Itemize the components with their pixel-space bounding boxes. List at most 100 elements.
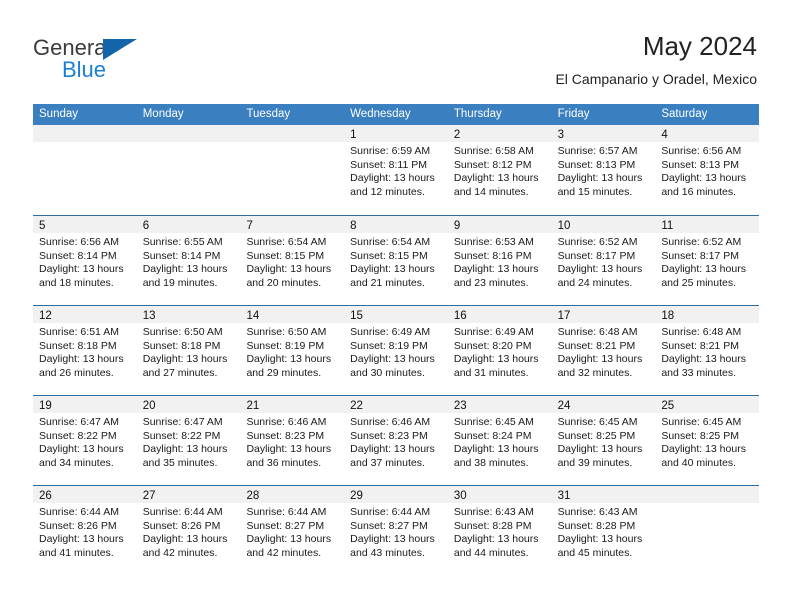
- day-number-band: 15: [344, 306, 448, 323]
- day-number: 22: [350, 400, 363, 412]
- day-number: 24: [557, 400, 571, 412]
- day-daylight-text: Daylight: 13 hours: [453, 443, 539, 455]
- day-daylight-text: and 24 minutes.: [557, 276, 633, 289]
- calendar-day-cell[interactable]: 13 Sunrise: 6:50 AM Sunset: 8:18 PM Dayligh…: [136, 306, 241, 395]
- calendar-day-cell[interactable]: 11 Sunrise: 6:52 AM Sunset: 8:17 PM Dayligh…: [655, 216, 760, 305]
- calendar-day-cell[interactable]: 25 Sunrise: 6:45 AM Sunset: 8:25 PM Dayligh…: [655, 396, 760, 485]
- day-number-band: 16: [447, 306, 552, 323]
- calendar-day-cell[interactable]: 6 Sunrise: 6:55 AM Sunset: 8:14 PM Daylight…: [136, 216, 241, 305]
- day-sunset-text: Sunset: 8:22 PM: [142, 429, 221, 442]
- day-sun-info: Sunrise: 6:50 AM Sunset: 8:19 PM Daylight:…: [240, 323, 344, 380]
- day-sunrise-text: Sunrise: 6:45 AM: [661, 416, 742, 428]
- calendar-day-cell[interactable]: 22 Sunrise: 6:46 AM Sunset: 8:23 PM Dayligh…: [344, 396, 448, 485]
- day-sunrise-text: Sunrise: 6:54 AM: [350, 236, 431, 248]
- day-daylight-text: and 34 minutes.: [39, 456, 114, 469]
- day-daylight-text: Daylight: 13 hours: [350, 263, 435, 275]
- logo-flag-icon: [103, 39, 137, 60]
- day-sunrise-text: Sunrise: 6:47 AM: [39, 416, 119, 428]
- day-daylight-text: and 16 minutes.: [661, 185, 737, 198]
- day-daylight-text: Daylight: 13 hours: [350, 533, 435, 545]
- calendar-day-cell[interactable]: 5 Sunrise: 6:56 AM Sunset: 8:14 PM Daylight…: [33, 216, 137, 305]
- day-number-band: [655, 486, 760, 503]
- day-number-band: 17: [551, 306, 656, 323]
- calendar-day-cell-empty: [33, 125, 137, 215]
- day-sun-info: Sunrise: 6:56 AM Sunset: 8:13 PM Daylight:…: [655, 142, 759, 199]
- day-number-band: 24: [551, 396, 656, 413]
- day-sunset-text: Sunset: 8:18 PM: [39, 339, 117, 352]
- day-daylight-text: Daylight: 13 hours: [661, 353, 746, 365]
- calendar-day-cell[interactable]: 30 Sunrise: 6:43 AM Sunset: 8:28 PM Dayligh…: [447, 486, 552, 575]
- day-number-band: 20: [136, 396, 241, 413]
- calendar-day-cell[interactable]: 24 Sunrise: 6:45 AM Sunset: 8:25 PM Dayligh…: [551, 396, 656, 485]
- calendar-day-cell[interactable]: 4 Sunrise: 6:56 AM Sunset: 8:13 PM Daylight…: [655, 125, 760, 215]
- day-daylight-text: Daylight: 13 hours: [453, 353, 539, 365]
- day-sun-info: Sunrise: 6:56 AM Sunset: 8:14 PM Daylight:…: [33, 233, 137, 290]
- day-daylight-text: Daylight: 13 hours: [246, 443, 332, 455]
- day-daylight-text: and 36 minutes.: [246, 456, 322, 469]
- calendar-day-cell[interactable]: 19 Sunrise: 6:47 AM Sunset: 8:22 PM Dayligh…: [33, 396, 137, 485]
- calendar-day-cell[interactable]: 17 Sunrise: 6:48 AM Sunset: 8:21 PM Dayligh…: [551, 306, 656, 395]
- day-daylight-text: and 45 minutes.: [557, 546, 633, 559]
- day-daylight-text: and 30 minutes.: [350, 366, 425, 379]
- calendar-day-cell[interactable]: 23 Sunrise: 6:45 AM Sunset: 8:24 PM Dayligh…: [447, 396, 552, 485]
- calendar-day-cell[interactable]: 20 Sunrise: 6:47 AM Sunset: 8:22 PM Dayligh…: [136, 396, 241, 485]
- day-sun-info: Sunrise: 6:45 AM Sunset: 8:25 PM Daylight:…: [655, 413, 759, 470]
- calendar-day-cell[interactable]: 3 Sunrise: 6:57 AM Sunset: 8:13 PM Daylight…: [551, 125, 656, 215]
- calendar-day-cell[interactable]: 15 Sunrise: 6:49 AM Sunset: 8:19 PM Dayligh…: [344, 306, 448, 395]
- day-sunrise-text: Sunrise: 6:57 AM: [557, 145, 638, 157]
- calendar-day-cell[interactable]: 31 Sunrise: 6:43 AM Sunset: 8:28 PM Dayligh…: [551, 486, 656, 575]
- calendar-day-cell[interactable]: 18 Sunrise: 6:48 AM Sunset: 8:21 PM Dayligh…: [655, 306, 760, 395]
- calendar-day-cell[interactable]: 14 Sunrise: 6:50 AM Sunset: 8:19 PM Dayligh…: [240, 306, 345, 395]
- day-number: 8: [350, 220, 357, 232]
- day-sunset-text: Sunset: 8:23 PM: [246, 429, 325, 442]
- calendar-day-cell[interactable]: 27 Sunrise: 6:44 AM Sunset: 8:26 PM Dayligh…: [136, 486, 241, 575]
- day-sunrise-text: Sunrise: 6:58 AM: [453, 145, 534, 157]
- day-daylight-text: and 37 minutes.: [350, 456, 425, 469]
- calendar-weeks: 1 Sunrise: 6:59 AM Sunset: 8:11 PM Daylight…: [33, 125, 760, 575]
- calendar-day-cell[interactable]: 1 Sunrise: 6:59 AM Sunset: 8:11 PM Daylight…: [344, 125, 448, 215]
- day-daylight-text: Daylight: 13 hours: [557, 443, 643, 455]
- day-number: 30: [453, 490, 467, 502]
- calendar-day-cell[interactable]: 12 Sunrise: 6:51 AM Sunset: 8:18 PM Dayligh…: [33, 306, 137, 395]
- calendar-day-cell[interactable]: 7 Sunrise: 6:54 AM Sunset: 8:15 PM Daylight…: [240, 216, 345, 305]
- day-sunrise-text: Sunrise: 6:49 AM: [350, 326, 431, 338]
- day-number-band: 9: [447, 216, 552, 233]
- day-sun-info: Sunrise: 6:45 AM Sunset: 8:25 PM Daylight:…: [552, 413, 656, 470]
- day-number: 31: [557, 490, 571, 502]
- calendar-day-cell[interactable]: 9 Sunrise: 6:53 AM Sunset: 8:16 PM Daylight…: [447, 216, 552, 305]
- day-daylight-text: and 32 minutes.: [557, 366, 633, 379]
- day-number-band: 28: [240, 486, 345, 503]
- day-sunrise-text: Sunrise: 6:53 AM: [453, 236, 534, 248]
- day-number: 28: [246, 490, 260, 502]
- day-sun-info: Sunrise: 6:44 AM Sunset: 8:27 PM Daylight:…: [240, 503, 344, 560]
- calendar-week-row: 1 Sunrise: 6:59 AM Sunset: 8:11 PM Daylight…: [33, 125, 760, 215]
- calendar-day-cell[interactable]: 10 Sunrise: 6:52 AM Sunset: 8:17 PM Dayligh…: [551, 216, 656, 305]
- calendar-day-cell[interactable]: 8 Sunrise: 6:54 AM Sunset: 8:15 PM Daylight…: [344, 216, 448, 305]
- page-subtitle: El Campanario y Oradel, Mexico: [555, 71, 757, 87]
- day-daylight-text: Daylight: 13 hours: [142, 533, 228, 545]
- day-number-band: 29: [344, 486, 448, 503]
- day-number-band: 1: [344, 125, 448, 142]
- generalblue-logo[interactable]: General Blue: [33, 36, 263, 88]
- day-sun-info: Sunrise: 6:58 AM Sunset: 8:12 PM Daylight:…: [448, 142, 552, 199]
- day-number-band: 12: [33, 306, 137, 323]
- calendar-day-cell[interactable]: 29 Sunrise: 6:44 AM Sunset: 8:27 PM Dayligh…: [344, 486, 448, 575]
- calendar-day-cell[interactable]: 26 Sunrise: 6:44 AM Sunset: 8:26 PM Dayligh…: [33, 486, 137, 575]
- day-daylight-text: and 27 minutes.: [142, 366, 218, 379]
- calendar-day-cell[interactable]: 2 Sunrise: 6:58 AM Sunset: 8:12 PM Daylight…: [447, 125, 552, 215]
- day-number-band: 22: [344, 396, 448, 413]
- day-daylight-text: Daylight: 13 hours: [39, 263, 124, 275]
- day-daylight-text: Daylight: 13 hours: [39, 443, 124, 455]
- calendar-day-cell[interactable]: 16 Sunrise: 6:49 AM Sunset: 8:20 PM Dayligh…: [447, 306, 552, 395]
- day-sun-info: Sunrise: 6:46 AM Sunset: 8:23 PM Daylight:…: [240, 413, 344, 470]
- day-daylight-text: and 43 minutes.: [350, 546, 425, 559]
- day-number: 16: [453, 310, 467, 322]
- day-sunrise-text: Sunrise: 6:52 AM: [557, 236, 638, 248]
- day-daylight-text: Daylight: 13 hours: [39, 353, 124, 365]
- day-number-band: 14: [240, 306, 345, 323]
- day-daylight-text: Daylight: 13 hours: [350, 443, 435, 455]
- calendar-day-cell[interactable]: 21 Sunrise: 6:46 AM Sunset: 8:23 PM Dayligh…: [240, 396, 345, 485]
- calendar-day-cell[interactable]: 28 Sunrise: 6:44 AM Sunset: 8:27 PM Dayligh…: [240, 486, 345, 575]
- day-sun-info: Sunrise: 6:50 AM Sunset: 8:18 PM Daylight:…: [137, 323, 241, 380]
- day-number: 14: [246, 310, 260, 322]
